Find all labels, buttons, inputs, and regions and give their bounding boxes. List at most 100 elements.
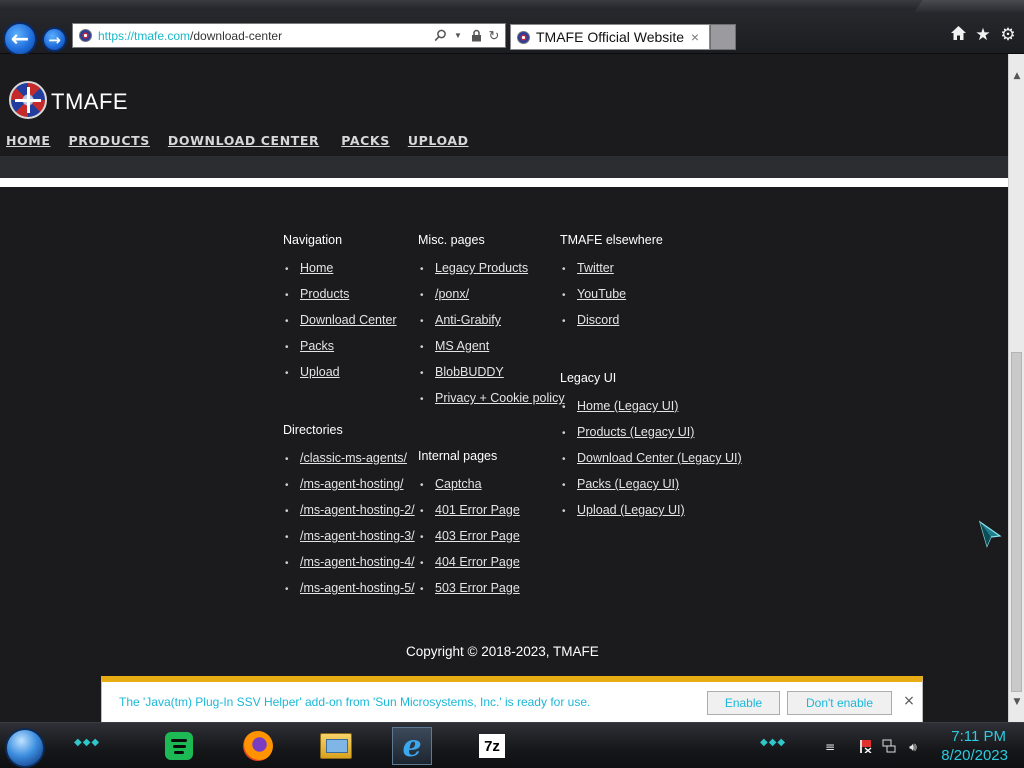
footer-link-home[interactable]: Home [300, 261, 333, 275]
list-item: Anti-Grabify [420, 313, 565, 339]
footer-link-captcha[interactable]: Captcha [435, 477, 482, 491]
dropdown-arrow-icon[interactable]: ▼ [451, 29, 465, 43]
list-item: 401 Error Page [420, 503, 520, 529]
footer-link-products-legacy-ui[interactable]: Products (Legacy UI) [577, 425, 694, 439]
list-item: MS Agent [420, 339, 565, 365]
volume-icon[interactable]: 🔊︎ [905, 739, 921, 755]
back-button[interactable]: ← [3, 22, 37, 56]
footer-link-ms-agent[interactable]: MS Agent [435, 339, 489, 353]
footer-heading-tmafe-elsewhere: TMAFE elsewhere [560, 233, 663, 247]
list-item: Download Center [285, 313, 397, 339]
tab-tmafe-official-website[interactable]: TMAFE Official Website × [510, 24, 710, 50]
network-icon[interactable] [881, 739, 897, 755]
vertical-scrollbar[interactable]: ▲ ▼ [1008, 54, 1024, 722]
list-item: Captcha [420, 477, 520, 503]
taskbar-app-spotify[interactable] [159, 727, 199, 765]
enable-button[interactable]: Enable [707, 691, 780, 715]
footer-link-ms-agent-hosting-3[interactable]: /ms-agent-hosting-3/ [300, 529, 415, 543]
refresh-icon[interactable]: ↻ [487, 28, 501, 43]
footer-link-download-center[interactable]: Download Center [300, 313, 397, 327]
header-bottom-bar [0, 156, 1008, 178]
list-item: /ms-agent-hosting-5/ [285, 581, 415, 607]
nav-link-products[interactable]: PRODUCTS [68, 133, 149, 148]
search-icon[interactable] [433, 29, 447, 43]
clock-date[interactable]: 8/20/2023 [930, 747, 1008, 764]
list-item: /ms-agent-hosting-2/ [285, 503, 415, 529]
footer-link-packs[interactable]: Packs [300, 339, 334, 353]
main-navigation: HOME PRODUCTS DOWNLOAD CENTER PACKS UPLO… [6, 133, 469, 148]
url-scheme: https:// [98, 28, 135, 43]
footer-link-privacy-cookie-policy[interactable]: Privacy + Cookie policy [435, 391, 565, 405]
firefox-icon [243, 731, 273, 761]
window-top-frame [0, 0, 1024, 12]
settings-gear-icon[interactable]: ⚙ [998, 25, 1018, 45]
action-center-flag-icon[interactable] [858, 739, 874, 755]
nav-link-download-center[interactable]: DOWNLOAD CENTER [168, 133, 319, 148]
clock-time[interactable]: 7:11 PM [936, 728, 1006, 745]
footer-heading-legacy-ui: Legacy UI [560, 371, 617, 385]
site-name[interactable]: TMAFE [51, 89, 128, 115]
taskbar-app-file-explorer[interactable] [316, 727, 356, 765]
footer-link-products[interactable]: Products [300, 287, 349, 301]
footer-link-upload[interactable]: Upload [300, 365, 340, 379]
nav-link-packs[interactable]: PACKS [341, 133, 390, 148]
footer-link-401-error-page[interactable]: 401 Error Page [435, 503, 520, 517]
footer-link-403-error-page[interactable]: 403 Error Page [435, 529, 520, 543]
footer-link-youtube[interactable]: YouTube [577, 287, 626, 301]
footer-heading-navigation: Navigation [283, 233, 343, 247]
taskbar-app-7zip[interactable]: 7z [472, 727, 512, 765]
list-item: BlobBUDDY [420, 365, 565, 391]
footer-link-ms-agent-hosting[interactable]: /ms-agent-hosting/ [300, 477, 404, 491]
forward-button[interactable]: → [42, 27, 67, 52]
show-hidden-icons-icon[interactable]: ≡ [822, 739, 838, 755]
footer-heading-directories: Directories [283, 423, 343, 437]
footer-link-503-error-page[interactable]: 503 Error Page [435, 581, 520, 595]
taskbar-app-firefox[interactable] [238, 727, 278, 765]
site-header: TMAFE HOME PRODUCTS DOWNLOAD CENTER PACK… [0, 54, 1008, 156]
taskbar-app-internet-explorer[interactable]: e [392, 727, 432, 765]
copyright-text: Copyright © 2018-2023, TMAFE [406, 644, 599, 659]
site-favicon-icon [79, 29, 92, 42]
footer-link-ponx[interactable]: /ponx/ [435, 287, 469, 301]
notification-close-icon[interactable]: × [902, 694, 916, 708]
new-tab-button[interactable] [710, 24, 736, 50]
list-item: /classic-ms-agents/ [285, 451, 415, 477]
footer-link-anti-grabify[interactable]: Anti-Grabify [435, 313, 501, 327]
url-host: tmafe.com [134, 28, 191, 43]
scroll-down-icon[interactable]: ▼ [1009, 694, 1024, 710]
footer-link-download-center-legacy-ui[interactable]: Download Center (Legacy UI) [577, 451, 742, 465]
footer-heading-misc-pages: Misc. pages [418, 233, 485, 247]
footer-link-404-error-page[interactable]: 404 Error Page [435, 555, 520, 569]
footer-list-legacy-ui: Home (Legacy UI) Products (Legacy UI) Do… [562, 399, 742, 529]
taskbar: ◆◆◆ e 7z ◆◆◆ ≡ 🔊︎ 7:11 PM 8/20/2023 [0, 722, 1024, 768]
start-button[interactable] [5, 728, 45, 768]
dont-enable-button[interactable]: Don't enable [787, 691, 892, 715]
list-item: Home (Legacy UI) [562, 399, 742, 425]
home-icon[interactable] [948, 25, 968, 45]
scroll-up-icon[interactable]: ▲ [1009, 68, 1024, 84]
footer-link-twitter[interactable]: Twitter [577, 261, 614, 275]
nav-link-home[interactable]: HOME [6, 133, 50, 148]
spotify-icon [165, 732, 193, 760]
list-item: Privacy + Cookie policy [420, 391, 565, 417]
tmafe-logo[interactable] [9, 81, 47, 119]
footer-link-home-legacy-ui[interactable]: Home (Legacy UI) [577, 399, 678, 413]
url-text[interactable]: https://tmafe.com/download-center [98, 29, 433, 43]
lock-icon[interactable] [469, 29, 483, 43]
footer-link-blobbuddy[interactable]: BlobBUDDY [435, 365, 504, 379]
footer-link-legacy-products[interactable]: Legacy Products [435, 261, 528, 275]
nav-link-upload[interactable]: UPLOAD [408, 133, 469, 148]
footer-link-ms-agent-hosting-5[interactable]: /ms-agent-hosting-5/ [300, 581, 415, 595]
addon-notification-bar: The 'Java(tm) Plug-In SSV Helper' add-on… [101, 676, 923, 722]
favorites-star-icon[interactable]: ★ [973, 25, 993, 45]
footer-link-packs-legacy-ui[interactable]: Packs (Legacy UI) [577, 477, 679, 491]
scrollbar-thumb[interactable] [1011, 352, 1022, 692]
footer-link-ms-agent-hosting-2[interactable]: /ms-agent-hosting-2/ [300, 503, 415, 517]
address-bar[interactable]: https://tmafe.com/download-center ▼ ↻ [72, 23, 506, 48]
tab-close-icon[interactable]: × [687, 29, 703, 45]
footer-link-ms-agent-hosting-4[interactable]: /ms-agent-hosting-4/ [300, 555, 415, 569]
footer-link-discord[interactable]: Discord [577, 313, 619, 327]
footer-link-classic-ms-agents[interactable]: /classic-ms-agents/ [300, 451, 407, 465]
footer-link-upload-legacy-ui[interactable]: Upload (Legacy UI) [577, 503, 685, 517]
list-item: /ms-agent-hosting/ [285, 477, 415, 503]
